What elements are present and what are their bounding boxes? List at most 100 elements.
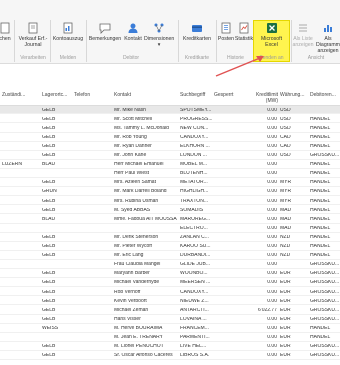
cell-suchbegriff: TRAXTON... <box>180 198 208 204</box>
table-row[interactable]: GRÜN Mr. Mark Darrell Boland HIGHLIGH... 0.… <box>0 188 340 197</box>
table-row[interactable]: GELB M. Lionel PENUCHOT LIVE HEL... 0.00 EUR… <box>0 343 340 351</box>
kontakt-button[interactable]: Kontakt <box>122 22 144 42</box>
table-row[interactable]: GELB Rob Verhoff CANDOXY... 0.00 EUR GROSSKU.… <box>0 288 340 297</box>
cell-kontakt: Hans Visser <box>114 316 141 322</box>
cell-lagerort: GELB <box>42 253 56 259</box>
cell-kreditlimit: 0.00 <box>267 234 277 240</box>
cell-debitoren: HANDEL <box>310 253 331 259</box>
cell-debitoren: HANDEL <box>310 225 331 231</box>
cell-suchbegriff: PARMENTI... <box>180 335 210 340</box>
statistik-button[interactable]: Statistik <box>234 22 254 42</box>
column-header[interactable]: Lagerortc... <box>42 92 67 99</box>
cell-suchbegriff: ELKHORN ... <box>180 143 210 149</box>
cell-kontakt: Frau Claudia Mangel <box>114 262 161 268</box>
table-row[interactable]: GELB Sr. Oscar Alfonso Caceres LIBROS S.A.… <box>0 352 340 361</box>
table-row[interactable]: Frau Claudia Mangel GLIDE JUB... 0.00 GROSS… <box>0 261 340 270</box>
table-row[interactable]: BLAU Mme. Fadoua AIT MOUSSA MAROREG... 0.00… <box>0 215 340 224</box>
table-row[interactable]: GELB Mr. Derik Stenerson ZANLAN C... 0.00 NZ… <box>0 233 340 242</box>
table-row[interactable]: WEISS M. Herve BOURAIMA FRANCEM... 0.00 EUR H… <box>0 324 340 333</box>
cell-suchbegriff: SOMADIS <box>180 207 204 213</box>
cell-lagerort: GELB <box>42 234 56 240</box>
table-row[interactable]: GELB Michael Zeman ANTARCTI... 6'022.77 EUR G… <box>0 306 340 315</box>
column-header[interactable]: Kreditlimit (MW) <box>250 92 278 104</box>
ribbon-button-label: Als Liste anzeigen <box>292 36 314 48</box>
cell-suchbegriff: PROGRESS... <box>180 116 212 122</box>
verkauf-journal-button[interactable]: Verkauf Erf.-Journal <box>18 22 48 48</box>
cell-kreditlimit: 0.00 <box>267 289 277 295</box>
cell-waehrung: NZD <box>280 253 291 259</box>
cell-suchbegriff: KAROO SU... <box>180 244 211 249</box>
cell-kontakt: Maryann Barber <box>114 271 150 277</box>
ribbon-button-chen[interactable]: chen <box>0 22 14 42</box>
cell-lagerort: GELB <box>42 280 56 286</box>
grid-header: Zuständi... Lagerortc... Telefon Kontakt… <box>0 90 340 106</box>
kontoauszug-button[interactable]: Kontoauszug <box>52 22 84 42</box>
report-icon <box>63 22 73 34</box>
column-header[interactable]: Gesperrt <box>214 92 233 99</box>
cell-kreditlimit: 0.00 <box>267 344 277 350</box>
journal-icon <box>28 22 38 34</box>
table-row[interactable]: GELB Mrs. Azleen Samat METATOR... 0.00 MYR HA… <box>0 179 340 188</box>
cell-debitoren: GROSSKU... <box>310 298 340 304</box>
cell-lagerort: GELB <box>42 289 56 295</box>
table-row[interactable]: M. Jean E. TRENARY PARMENTI... 0.00 EUR HAND… <box>0 334 340 342</box>
column-header[interactable]: Debitoren... <box>310 92 336 99</box>
credit-card-icon <box>192 25 202 32</box>
table-row[interactable]: GELB Mrs. Rubina Usman TRAXTON... 0.00 MYR HA… <box>0 197 340 206</box>
cell-suchbegriff: HIGHLIGH... <box>180 189 209 195</box>
table-row[interactable]: GELB M. Syed ABBAS SOMADIS 0.00 MAD HANDEL <box>0 206 340 215</box>
table-row[interactable]: ELECTRO... 0.00 MAD HANDEL <box>0 224 340 233</box>
cell-suchbegriff: METATOR... <box>180 180 208 186</box>
cell-kontakt: Kevin Verboort <box>114 298 147 304</box>
cell-debitoren: GROSSKU... <box>310 289 340 295</box>
cell-kreditlimit: 0.00 <box>267 216 277 222</box>
table-row[interactable]: GELB Mr. Rob Young CANDOXY... 0.00 CAD HANDEL <box>0 133 340 142</box>
table-row[interactable]: GELB Mr. Scott Mitchell PROGRESS... 0.00 USD… <box>0 115 340 124</box>
cell-kreditlimit: 0.00 <box>267 107 277 113</box>
column-header[interactable]: Suchbegriff <box>180 92 205 99</box>
separator <box>14 20 15 62</box>
table-row[interactable]: GELB Mr. John Kane LONDON ... 0.00 USD GROSSK… <box>0 152 340 160</box>
table-row[interactable]: GELB Mr. Mike Nash SPOTSMEY... 0.00 USD <box>0 106 340 115</box>
cell-kreditlimit: 0.00 <box>267 125 277 131</box>
cell-kreditlimit: 0.00 <box>267 244 277 249</box>
cell-kontakt: Mr. Ryan Danner <box>114 143 152 149</box>
group-label-historie: Historie <box>227 55 244 61</box>
ribbon-button-label: Kreditkarten <box>183 36 211 42</box>
table-row[interactable]: GELB Kevin Verboort NIEUWE Z... 0.00 EUR GROS… <box>0 297 340 306</box>
ribbon-button-label: Statistik <box>234 36 254 42</box>
table-row[interactable]: GELB Michael Vanderhyde MEERSEN ... 0.00 EUR… <box>0 279 340 288</box>
column-header[interactable]: Währung... <box>280 92 304 99</box>
posten-button[interactable]: Posten <box>217 22 235 42</box>
table-row[interactable]: LUZERN BLAU Herr Michael Emanuel MÖBEL M...… <box>0 161 340 169</box>
als-liste-button[interactable]: Als Liste anzeigen <box>292 22 314 48</box>
dimensionen-button[interactable]: Dimensionen ▾ <box>144 22 174 48</box>
cell-debitoren: HANDEL <box>310 162 331 168</box>
cell-debitoren: HANDEL <box>310 325 331 331</box>
table-row[interactable]: GELB Maryann Barber WOONBO... 0.00 EUR GROSSK… <box>0 270 340 279</box>
cell-lagerort: GELB <box>42 316 56 322</box>
microsoft-excel-button[interactable]: Microsoft Excel <box>255 22 288 48</box>
column-header[interactable]: Telefon <box>74 92 90 99</box>
bemerkungen-button[interactable]: Bemerkungen <box>88 22 122 42</box>
cell-suchbegriff: MÖBEL M... <box>180 162 208 168</box>
table-row[interactable]: GELB Mr. Pieter Wycoff KAROO SU... 0.00 NZD H… <box>0 243 340 251</box>
table-row[interactable]: GELB Hans Visser LOVAINA ... 0.00 EUR GROSSKU… <box>0 315 340 324</box>
table-row[interactable]: GELB Ms. Tammy L. McDonald NEW CON... 0.00 U… <box>0 124 340 133</box>
ribbon-button-label: Verkauf Erf.-Journal <box>18 36 48 48</box>
cell-lagerort: GELB <box>42 153 56 158</box>
kreditkarten-button[interactable]: Kreditkarten <box>180 22 214 42</box>
table-row[interactable]: GELB Mr. Eric Lang DURBANDI... 0.00 NZD HANDE… <box>0 252 340 260</box>
table-row[interactable]: Herr Paul Wiest BLÜTENH... 0.00 HANDEL <box>0 170 340 179</box>
cell-kontakt: Michael Zeman <box>114 307 149 313</box>
als-diagramm-button[interactable]: Als Diagramm anzeigen <box>313 22 340 54</box>
cell-waehrung: EUR <box>280 280 291 286</box>
column-header[interactable]: Zuständi... <box>2 92 25 99</box>
cell-kontakt: Mr. Mark Darrell Boland <box>114 189 167 195</box>
cell-waehrung: EUR <box>280 298 291 304</box>
cell-debitoren: GROSSKU... <box>310 153 340 158</box>
column-header[interactable]: Kontakt <box>114 92 131 99</box>
cell-suchbegriff: CANDOXY... <box>180 134 209 140</box>
table-row[interactable]: GELB Mr. Ryan Danner ELKHORN ... 0.00 CAD HAN… <box>0 142 340 151</box>
excel-icon <box>266 23 277 33</box>
